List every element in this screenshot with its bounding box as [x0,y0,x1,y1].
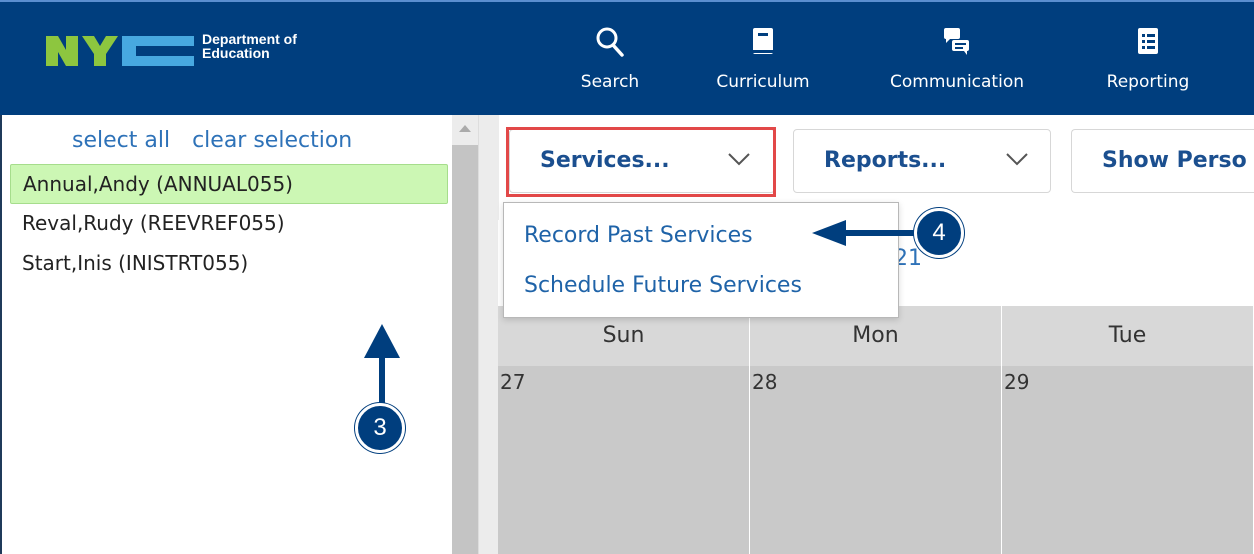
nav-curriculum-label: Curriculum [716,72,810,92]
nav-reporting-label: Reporting [1106,72,1190,92]
student-item-start[interactable]: Start,Inis (INISTRT055) [10,244,448,284]
chevron-down-icon [728,153,750,166]
select-all-link[interactable]: select all [72,128,170,153]
arrow-up-icon [364,324,400,414]
selection-links: select all clear selection [72,128,374,153]
book-icon [753,28,773,54]
scroll-thumb[interactable] [452,145,478,554]
services-dropdown-label: Services... [540,148,670,173]
day-cell-27[interactable]: 27 [498,366,750,554]
day-cell-29[interactable]: 29 [1002,366,1254,554]
logo-line-2: Education [202,45,270,61]
services-dropdown[interactable]: Services... [509,129,775,193]
student-item-annual[interactable]: Annual,Andy (ANNUAL055) [10,164,448,204]
nav-communication[interactable]: Communication [874,26,1040,106]
nav-reporting[interactable]: Reporting [1094,26,1202,106]
report-icon [1138,28,1158,54]
reports-dropdown[interactable]: Reports... [793,129,1051,193]
clear-selection-link[interactable]: clear selection [192,128,352,153]
student-list: Annual,Andy (ANNUAL055) Reval,Rudy (REEV… [10,164,448,284]
logo-text: Department of Education [202,32,297,60]
logo-line-1: Department of [202,31,297,47]
day-cell-28[interactable]: 28 [750,366,1002,554]
callout-step-3: 3 [355,403,405,453]
calendar-week-row: 27 28 29 [498,366,1254,554]
weekday-tue: Tue [1002,306,1254,366]
chevron-down-icon [1006,153,1028,166]
menu-item-schedule-future-services[interactable]: Schedule Future Services [504,262,898,312]
nyc-doe-logo[interactable]: Department of Education [44,30,344,70]
chat-icon [944,28,969,55]
nav-search[interactable]: Search [568,26,652,106]
show-personal-label: Show Perso [1102,148,1247,173]
student-item-reval[interactable]: Reval,Rudy (REEVREF055) [10,204,448,244]
nav-curriculum[interactable]: Curriculum [704,26,822,106]
nav-communication-label: Communication [890,72,1024,92]
nav-search-label: Search [580,72,640,92]
reports-dropdown-label: Reports... [824,148,947,173]
search-icon [596,27,624,57]
left-scrollbar[interactable] [452,115,478,554]
callout-step-4: 4 [914,208,964,258]
nyc-logo-icon [46,36,194,66]
top-header: Department of Education Search Curriculu… [0,0,1254,115]
show-personal-button[interactable]: Show Perso [1071,129,1254,193]
scroll-up-icon[interactable] [459,125,471,132]
